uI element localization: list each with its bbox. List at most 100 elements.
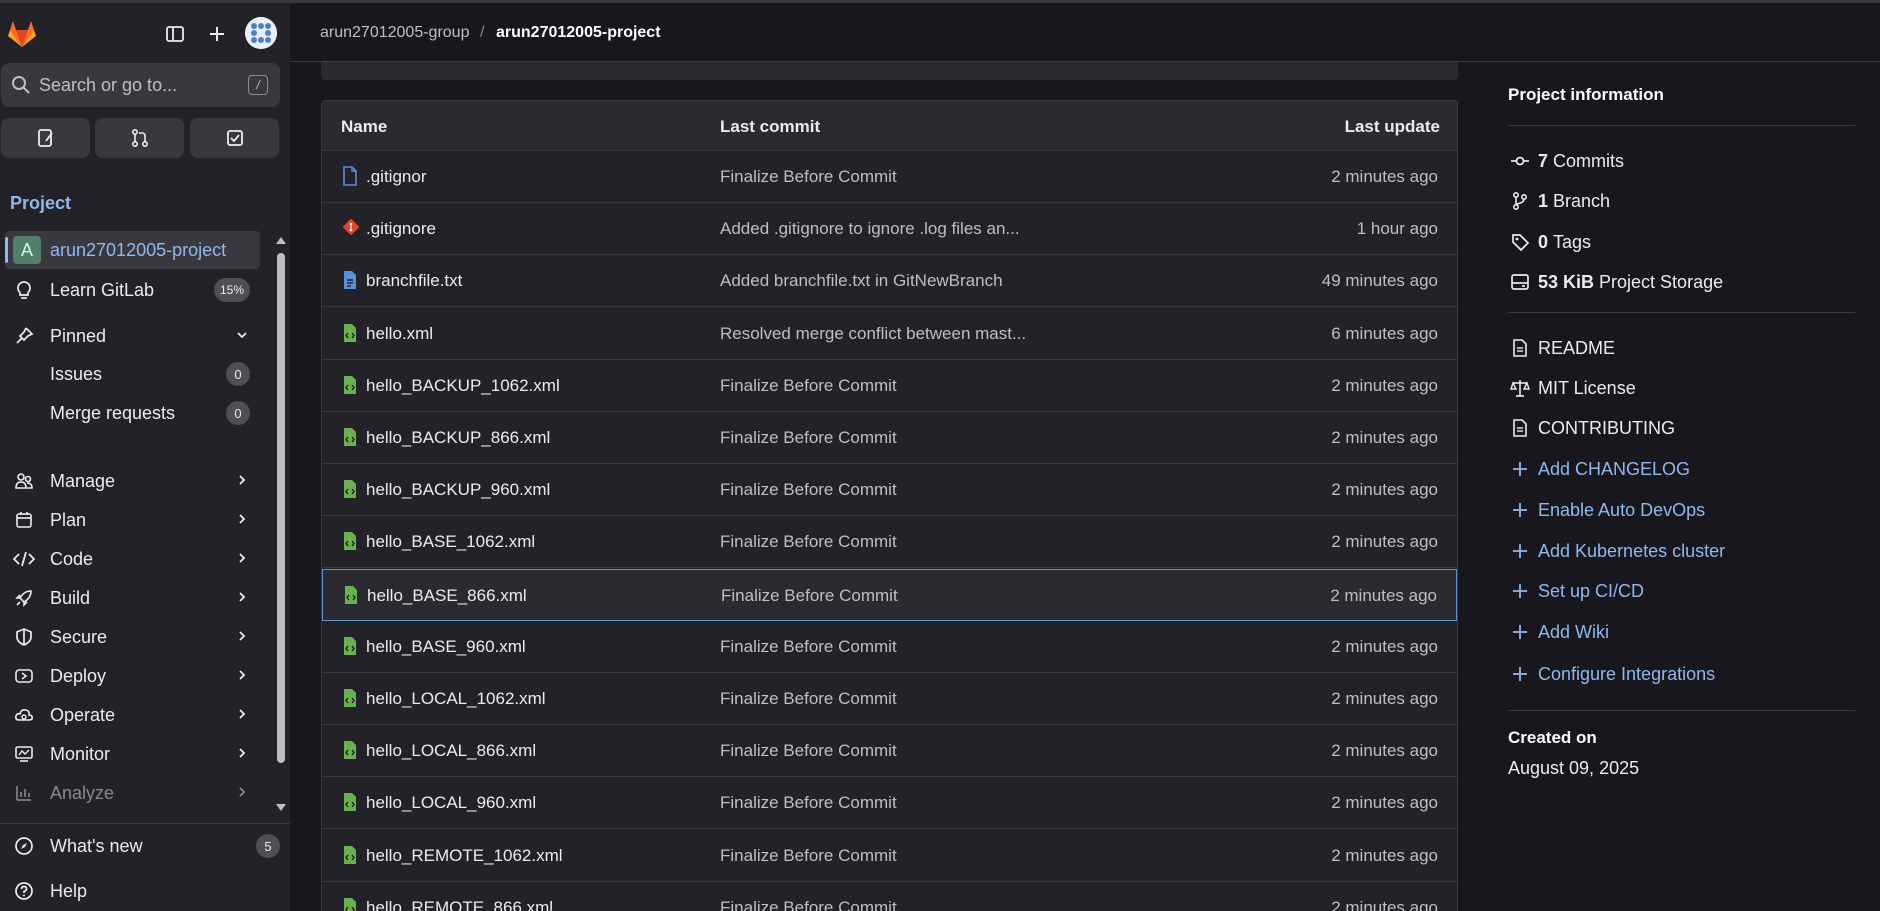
plus-icon[interactable] xyxy=(202,19,232,49)
table-row[interactable]: hello_REMOTE_1062.xml Finalize Before Com… xyxy=(322,830,1457,882)
table-row[interactable]: hello_REMOTE_866.xml Finalize Before Comm… xyxy=(322,882,1457,911)
sidebar-item-monitor[interactable]: Monitor xyxy=(0,735,260,773)
file-name-link[interactable]: .gitignor xyxy=(366,167,426,187)
file-name-link[interactable]: hello_BASE_960.xml xyxy=(366,637,526,657)
branches-link[interactable]: 1 Branch xyxy=(1508,188,1610,214)
table-row[interactable]: .gitignor Finalize Before Commit 2 minutes… xyxy=(322,151,1457,203)
sidebar-item-help[interactable]: Help xyxy=(0,872,260,910)
file-name-link[interactable]: hello_LOCAL_960.xml xyxy=(366,793,536,813)
table-row[interactable]: branchfile.txt Added branchfile.txt in Gi… xyxy=(322,255,1457,308)
file-name-link[interactable]: hello.xml xyxy=(366,324,433,344)
sidebar-item-whats-new[interactable]: What's new 5 xyxy=(0,827,280,865)
monitor-icon xyxy=(12,742,36,766)
last-commit-link[interactable]: Finalize Before Commit xyxy=(720,480,897,500)
last-commit-link[interactable]: Added branchfile.txt in GitNewBranch xyxy=(720,271,1003,291)
last-commit-link[interactable]: Added .gitignore to ignore .log files an… xyxy=(720,219,1020,239)
file-name-link[interactable]: branchfile.txt xyxy=(366,271,462,291)
sidebar-item-plan[interactable]: Plan xyxy=(0,501,260,539)
quick-issues-button[interactable] xyxy=(1,118,90,158)
commits-link[interactable]: 7 Commits xyxy=(1508,148,1624,174)
xml-file-icon xyxy=(342,479,360,499)
file-name-link[interactable]: hello_LOCAL_866.xml xyxy=(366,741,536,761)
tags-link[interactable]: 0 Tags xyxy=(1508,229,1591,255)
add-kubernetes-cluster-link[interactable]: Add Kubernetes cluster xyxy=(1508,538,1725,564)
contributing-link[interactable]: CONTRIBUTING xyxy=(1508,415,1675,441)
sidebar-item-label: Analyze xyxy=(50,782,115,803)
last-commit-link[interactable]: Finalize Before Commit xyxy=(720,846,897,866)
sidebar-toggle-icon[interactable] xyxy=(160,19,190,49)
enable-auto-devops-link[interactable]: Enable Auto DevOps xyxy=(1508,497,1705,523)
table-row[interactable]: hello_BACKUP_960.xml Finalize Before Comm… xyxy=(322,464,1457,517)
gitlab-logo-icon[interactable] xyxy=(5,17,39,51)
file-name-link[interactable]: hello_BASE_1062.xml xyxy=(366,532,535,552)
chevron-right-icon xyxy=(234,550,250,571)
sidebar-item-analyze[interactable]: Analyze xyxy=(0,774,260,812)
sidebar-scrollbar-thumb[interactable] xyxy=(277,253,285,763)
table-row[interactable]: hello_BASE_1062.xml Finalize Before Commi… xyxy=(322,516,1457,569)
file-name-link[interactable]: hello_BASE_866.xml xyxy=(367,586,527,606)
last-commit-link[interactable]: Finalize Before Commit xyxy=(720,898,897,911)
sidebar-pinned-toggle[interactable]: Pinned xyxy=(0,317,260,355)
file-name-link[interactable]: hello_REMOTE_1062.xml xyxy=(366,846,563,866)
search-shortcut-key: / xyxy=(248,75,268,95)
file-name-link[interactable]: hello_BACKUP_1062.xml xyxy=(366,376,560,396)
last-commit-link[interactable]: Finalize Before Commit xyxy=(720,428,897,448)
table-row[interactable]: hello.xml Resolved merge conflict between… xyxy=(322,308,1457,360)
table-row[interactable]: hello_BASE_960.xml Finalize Before Commit… xyxy=(322,621,1457,673)
table-row[interactable]: hello_BACKUP_1062.xml Finalize Before Com… xyxy=(322,360,1457,412)
sidebar-item-project[interactable]: A arun27012005-project xyxy=(5,231,260,269)
action-label: Add Kubernetes cluster xyxy=(1538,540,1726,561)
quick-todos-button[interactable] xyxy=(190,118,279,158)
sidebar-item-issues[interactable]: Issues 0 xyxy=(0,355,260,393)
table-row[interactable]: hello_BACKUP_866.xml Finalize Before Comm… xyxy=(322,412,1457,464)
scroll-up-arrow-icon[interactable] xyxy=(275,235,287,245)
breadcrumb-project-link[interactable]: arun27012005-project xyxy=(496,24,661,42)
configure-integrations-link[interactable]: Configure Integrations xyxy=(1508,661,1715,687)
table-row[interactable]: .gitignore Added .gitignore to ignore .lo… xyxy=(322,203,1457,256)
last-commit-link[interactable]: Finalize Before Commit xyxy=(720,167,897,187)
file-name-link[interactable]: hello_REMOTE_866.xml xyxy=(366,898,553,911)
license-link[interactable]: MIT License xyxy=(1508,375,1636,401)
scale-icon xyxy=(1508,376,1532,400)
sidebar-item-build[interactable]: Build xyxy=(0,579,260,617)
last-commit-link[interactable]: Finalize Before Commit xyxy=(721,586,898,606)
quick-merge-requests-button[interactable] xyxy=(95,118,184,158)
calendar-icon xyxy=(12,508,36,532)
chevron-right-icon xyxy=(234,589,250,610)
scroll-down-arrow-icon[interactable] xyxy=(275,803,287,813)
readme-link[interactable]: README xyxy=(1508,335,1615,361)
compass-icon xyxy=(12,834,36,858)
last-commit-link[interactable]: Finalize Before Commit xyxy=(720,637,897,657)
table-row[interactable]: hello_LOCAL_1062.xml Finalize Before Comm… xyxy=(322,673,1457,725)
table-row[interactable]: hello_LOCAL_960.xml Finalize Before Commi… xyxy=(322,777,1457,830)
sidebar-item-deploy[interactable]: Deploy xyxy=(0,657,260,695)
file-name-link[interactable]: hello_LOCAL_1062.xml xyxy=(366,689,546,709)
search-box[interactable]: Search or go to... / xyxy=(1,63,280,107)
add-wiki-link[interactable]: Add Wiki xyxy=(1508,619,1609,645)
table-row[interactable]: hello_BASE_866.xml Finalize Before Commit… xyxy=(322,568,1457,621)
last-commit-link[interactable]: Finalize Before Commit xyxy=(720,689,897,709)
sidebar-item-learn-gitlab[interactable]: Learn GitLab 15% xyxy=(0,271,260,309)
add-changelog-link[interactable]: Add CHANGELOG xyxy=(1508,456,1690,482)
sidebar-item-merge-requests[interactable]: Merge requests 0 xyxy=(0,394,260,432)
file-name-link[interactable]: hello_BACKUP_960.xml xyxy=(366,480,550,500)
file-name-link[interactable]: hello_BACKUP_866.xml xyxy=(366,428,550,448)
sidebar-divider xyxy=(0,823,290,824)
table-row[interactable]: hello_LOCAL_866.xml Finalize Before Commi… xyxy=(322,725,1457,778)
readme-label: README xyxy=(1538,337,1616,358)
breadcrumb-group-link[interactable]: arun27012005-group xyxy=(320,24,469,42)
last-commit-link[interactable]: Finalize Before Commit xyxy=(720,532,897,552)
sidebar-item-manage[interactable]: Manage xyxy=(0,462,260,500)
sidebar-item-secure[interactable]: Secure xyxy=(0,618,260,656)
last-commit-link[interactable]: Resolved merge conflict between mast... xyxy=(720,324,1026,344)
last-commit-link[interactable]: Finalize Before Commit xyxy=(720,376,897,396)
file-name-link[interactable]: .gitignore xyxy=(366,219,436,239)
sidebar-item-operate[interactable]: Operate xyxy=(0,696,260,734)
last-commit-link[interactable]: Finalize Before Commit xyxy=(720,741,897,761)
user-avatar[interactable] xyxy=(245,17,277,49)
sidebar-item-code[interactable]: Code xyxy=(0,540,260,578)
storage-link[interactable]: 53 KiB Project Storage xyxy=(1508,269,1723,295)
storage-icon xyxy=(1508,270,1532,294)
last-commit-link[interactable]: Finalize Before Commit xyxy=(720,793,897,813)
setup-ci-cd-link[interactable]: Set up CI/CD xyxy=(1508,578,1644,604)
